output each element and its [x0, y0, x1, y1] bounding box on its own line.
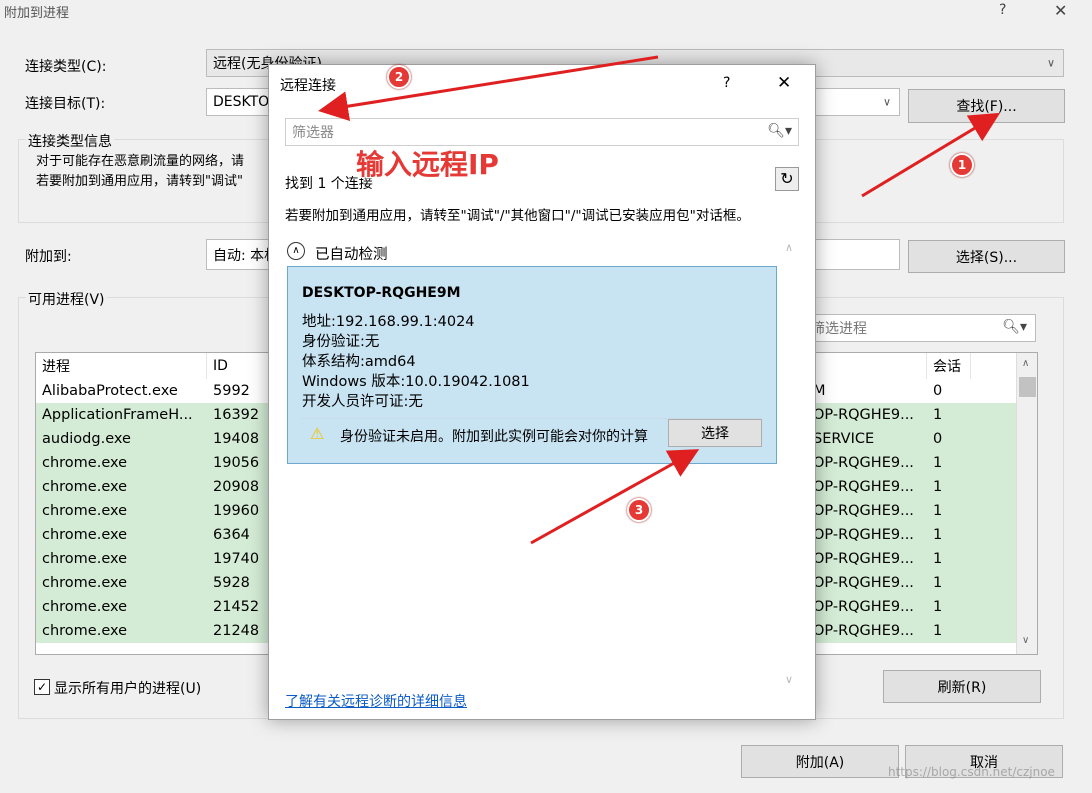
annotation-badge-2: 2 — [387, 65, 411, 89]
annotation-arrows — [318, 55, 1001, 545]
arrow-2 — [318, 55, 659, 122]
annotation-badge-1: 1 — [950, 153, 974, 177]
arrow-3 — [530, 449, 700, 545]
arrow-1 — [861, 112, 1001, 198]
annotation-badge-3: 3 — [627, 498, 651, 522]
